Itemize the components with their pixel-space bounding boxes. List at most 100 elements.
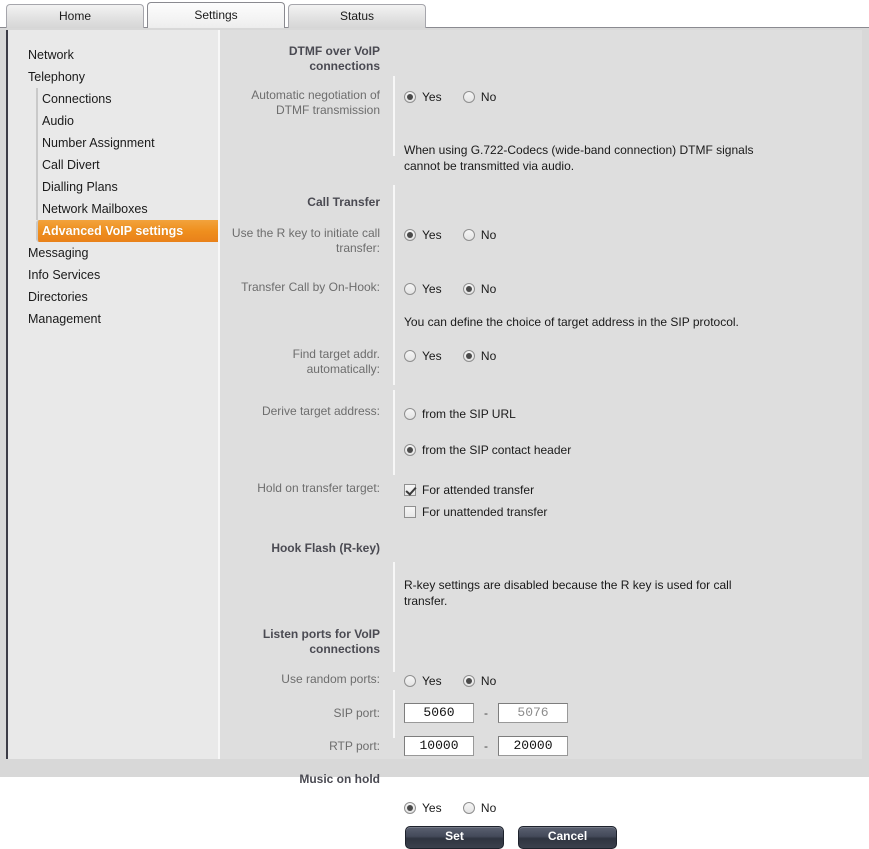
sidebar-item-info-services[interactable]: Info Services	[8, 264, 219, 286]
derive-target-label: Derive target address:	[220, 404, 392, 419]
radio-on-icon[interactable]	[463, 283, 475, 295]
auto-negotiation-label: Automatic negotiation of DTMF transmissi…	[220, 88, 392, 118]
radio-off-icon[interactable]	[404, 283, 416, 295]
radio-on-icon[interactable]	[463, 350, 475, 362]
rtp-port-range: -	[404, 736, 862, 756]
hold-attended-option[interactable]: For attended transfer	[404, 482, 534, 498]
auto-negotiation-yes-option[interactable]: Yes	[404, 89, 442, 105]
radio-off-icon[interactable]	[463, 229, 475, 241]
rtp-port-range-separator: -	[474, 742, 498, 750]
call-transfer-section-heading: Call Transfer	[220, 195, 392, 210]
derive-from-contact-header-option[interactable]: from the SIP contact header	[404, 442, 571, 458]
page-body: Network Telephony Connections Audio Numb…	[0, 28, 869, 777]
radio-on-icon[interactable]	[463, 675, 475, 687]
radio-off-icon[interactable]	[463, 91, 475, 103]
sidebar-item-number-assignment[interactable]: Number Assignment	[36, 132, 221, 154]
r-key-yes-label: Yes	[422, 227, 442, 243]
sidebar-item-directories[interactable]: Directories	[8, 286, 219, 308]
radio-on-icon[interactable]	[404, 229, 416, 241]
sidebar-item-connections[interactable]: Connections	[36, 88, 221, 110]
tab-list: Home Settings Status	[6, 4, 429, 30]
cancel-button[interactable]: Cancel	[518, 826, 617, 849]
r-key-no-label: No	[481, 227, 496, 243]
sidebar-item-messaging[interactable]: Messaging	[8, 242, 219, 264]
radio-on-icon[interactable]	[404, 91, 416, 103]
sidebar-item-network-mailboxes[interactable]: Network Mailboxes	[36, 198, 221, 220]
tab-home[interactable]: Home	[6, 4, 144, 28]
music-on-hold-no-label: No	[481, 800, 496, 816]
on-hook-options: Yes No	[392, 280, 862, 297]
random-ports-no-label: No	[481, 673, 496, 689]
on-hook-label: Transfer Call by On-Hook:	[220, 280, 392, 295]
random-ports-no-option[interactable]: No	[463, 673, 496, 689]
sip-protocol-note-text: You can define the choice of target addr…	[404, 314, 862, 330]
sip-port-label: SIP port:	[220, 703, 392, 721]
checkbox-checked-icon[interactable]	[404, 484, 416, 496]
random-ports-label: Use random ports:	[220, 672, 392, 687]
radio-off-icon[interactable]	[404, 408, 416, 420]
r-key-yes-option[interactable]: Yes	[404, 227, 442, 243]
find-target-yes-label: Yes	[422, 348, 442, 364]
on-hook-no-label: No	[481, 281, 496, 297]
auto-negotiation-yes-label: Yes	[422, 89, 442, 105]
set-button[interactable]: Set	[405, 826, 504, 849]
sip-port-range: -	[404, 703, 862, 723]
hook-flash-note-text: R-key settings are disabled because the …	[404, 577, 754, 609]
auto-negotiation-no-option[interactable]: No	[463, 89, 496, 105]
r-key-options: Yes No	[392, 226, 862, 243]
radio-off-icon[interactable]	[404, 675, 416, 687]
radio-off-icon[interactable]	[463, 802, 475, 814]
sidebar-item-management[interactable]: Management	[8, 308, 219, 330]
derive-target-options: from the SIP URL from the SIP contact he…	[392, 404, 862, 459]
sidebar-item-call-divert[interactable]: Call Divert	[36, 154, 221, 176]
rtp-port-from-input[interactable]	[404, 736, 474, 756]
hold-unattended-label: For unattended transfer	[422, 504, 547, 520]
sidebar-item-advanced-voip-settings[interactable]: Advanced VoIP settings	[36, 220, 235, 242]
sip-port-from-input[interactable]	[404, 703, 474, 723]
tab-bar: Home Settings Status	[0, 0, 869, 28]
radio-on-icon[interactable]	[404, 444, 416, 456]
on-hook-yes-label: Yes	[422, 281, 442, 297]
r-key-no-option[interactable]: No	[463, 227, 496, 243]
hook-flash-section-heading: Hook Flash (R-key)	[220, 541, 392, 556]
sidebar-item-dialling-plans[interactable]: Dialling Plans	[36, 176, 221, 198]
auto-negotiation-no-label: No	[481, 89, 496, 105]
random-ports-yes-label: Yes	[422, 673, 442, 689]
radio-on-icon[interactable]	[404, 802, 416, 814]
derive-from-contact-header-label: from the SIP contact header	[422, 442, 571, 458]
music-on-hold-options: Yes No	[392, 799, 862, 816]
checkbox-unchecked-icon[interactable]	[404, 506, 416, 518]
hold-on-transfer-options: For attended transfer For unattended tra…	[392, 481, 862, 520]
find-target-yes-option[interactable]: Yes	[404, 348, 442, 364]
radio-off-icon[interactable]	[404, 350, 416, 362]
random-ports-yes-option[interactable]: Yes	[404, 673, 442, 689]
tab-status[interactable]: Status	[288, 4, 426, 28]
auto-negotiation-options: Yes No	[392, 88, 862, 105]
find-target-no-option[interactable]: No	[463, 348, 496, 364]
sidebar: Network Telephony Connections Audio Numb…	[6, 30, 219, 759]
random-ports-options: Yes No	[392, 672, 862, 689]
rtp-port-to-input[interactable]	[498, 736, 568, 756]
sidebar-item-telephony[interactable]: Telephony	[8, 66, 219, 88]
dtmf-note-text: When using G.722-Codecs (wide-band conne…	[404, 142, 759, 174]
sidebar-item-network[interactable]: Network	[8, 44, 219, 66]
sip-port-range-separator: -	[474, 709, 498, 717]
r-key-label: Use the R key to initiate call transfer:	[220, 226, 392, 256]
find-target-label: Find target addr. automatically:	[220, 347, 392, 377]
derive-from-sip-url-option[interactable]: from the SIP URL	[404, 406, 516, 422]
find-target-no-label: No	[481, 348, 496, 364]
rtp-port-label: RTP port:	[220, 736, 392, 754]
sip-port-to-input[interactable]	[498, 703, 568, 723]
find-target-options: Yes No	[392, 347, 862, 364]
music-on-hold-section-heading: Music on hold	[220, 772, 392, 787]
listen-ports-section-heading: Listen ports for VoIP connections	[220, 627, 392, 657]
tab-settings[interactable]: Settings	[147, 2, 285, 28]
dtmf-section-heading: DTMF over VoIP connections	[220, 44, 392, 74]
music-on-hold-no-option[interactable]: No	[463, 800, 496, 816]
on-hook-yes-option[interactable]: Yes	[404, 281, 442, 297]
music-on-hold-yes-option[interactable]: Yes	[404, 800, 442, 816]
hold-unattended-option[interactable]: For unattended transfer	[404, 504, 547, 520]
sidebar-item-audio[interactable]: Audio	[36, 110, 221, 132]
hold-on-transfer-label: Hold on transfer target:	[220, 481, 392, 496]
on-hook-no-option[interactable]: No	[463, 281, 496, 297]
